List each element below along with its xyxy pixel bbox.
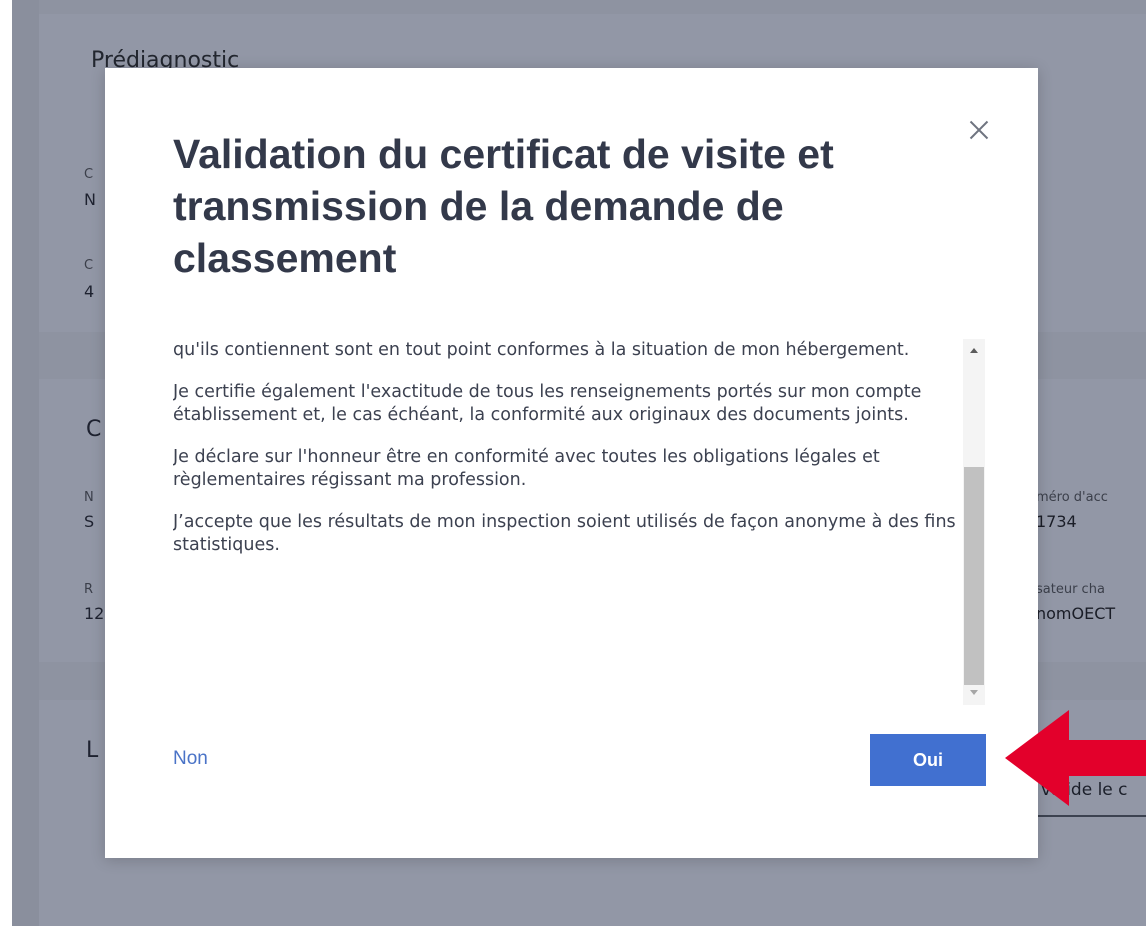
left-rail (12, 0, 39, 926)
declaration-scroll-area[interactable]: qu'ils contiennent sont en tout point co… (173, 339, 985, 705)
bg-label-fragment: C (84, 258, 94, 273)
scrollbar-thumb[interactable] (964, 467, 984, 685)
scroll-down-arrow-icon[interactable] (970, 690, 978, 695)
left-white-strip (0, 0, 12, 926)
bg-right-value: nomOECT (1036, 604, 1116, 623)
modal-title: Validation du certificat de visite et tr… (173, 131, 834, 281)
bg-label-fragment: C (84, 167, 94, 182)
declaration-text: qu'ils contiennent sont en tout point co… (173, 339, 963, 576)
bg-value-fragment: 12 (84, 604, 105, 623)
non-button[interactable]: Non (173, 748, 208, 770)
bg-right-label: sateur cha (1036, 582, 1105, 597)
scrollbar[interactable] (963, 339, 985, 705)
bg-label-fragment: R (84, 582, 94, 597)
declaration-paragraph: J’accepte que les résultats de mon inspe… (173, 512, 956, 555)
bg-card-title-fragment: C (86, 417, 102, 442)
bg-value-fragment: S (84, 512, 95, 531)
scroll-up-arrow-icon[interactable] (970, 348, 978, 353)
red-left-arrow-icon (1005, 710, 1146, 806)
bg-label-fragment: N (84, 490, 94, 505)
bg-card-title-fragment: L (86, 738, 99, 763)
bg-right-value: 1734 (1036, 512, 1077, 531)
close-icon[interactable] (963, 112, 999, 148)
bg-value-fragment: N (84, 190, 96, 209)
bg-value-fragment: 4 (84, 282, 95, 301)
declaration-paragraph: qu'ils contiennent sont en tout point co… (173, 340, 910, 360)
bg-right-label: méro d'acc (1036, 490, 1108, 505)
declaration-paragraph: Je déclare sur l'honneur être en conform… (173, 447, 880, 490)
declaration-paragraph: Je certifie également l'exactitude de to… (173, 382, 922, 425)
confirmation-modal: Validation du certificat de visite et tr… (105, 68, 1038, 858)
oui-button[interactable]: Oui (870, 734, 986, 786)
